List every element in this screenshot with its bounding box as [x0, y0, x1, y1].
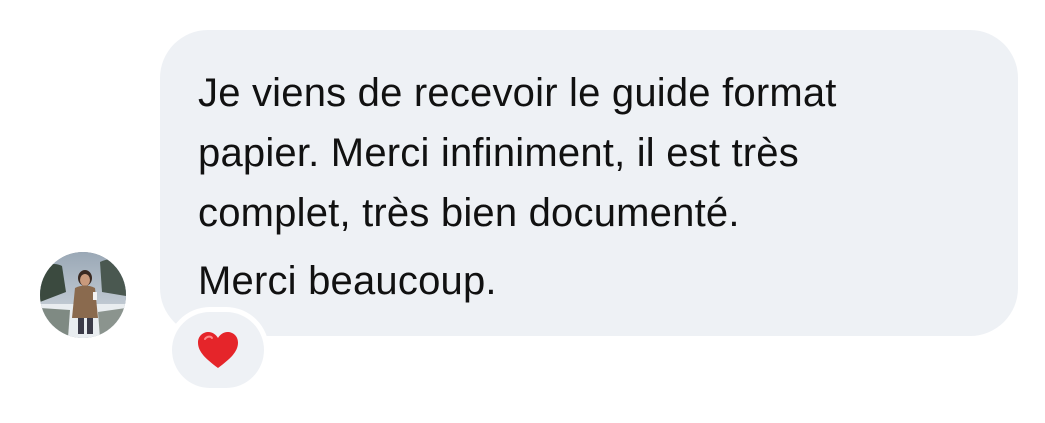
avatar-photo — [40, 252, 126, 338]
message-text: Je viens de recevoir le guide format pap… — [198, 63, 984, 311]
message-line: Je viens de recevoir le guide format — [198, 71, 837, 115]
message-bubble[interactable]: Je viens de recevoir le guide format pap… — [160, 30, 1018, 336]
message-line: Merci beaucoup. — [198, 259, 497, 303]
message-row: Je viens de recevoir le guide format pap… — [0, 0, 1045, 423]
message-line: complet, très bien documenté. — [198, 191, 740, 235]
avatar[interactable] — [40, 252, 126, 338]
message-line: papier. Merci infiniment, il est très — [198, 131, 799, 175]
reaction-badge[interactable] — [172, 312, 264, 388]
red-heart-icon — [198, 332, 238, 368]
